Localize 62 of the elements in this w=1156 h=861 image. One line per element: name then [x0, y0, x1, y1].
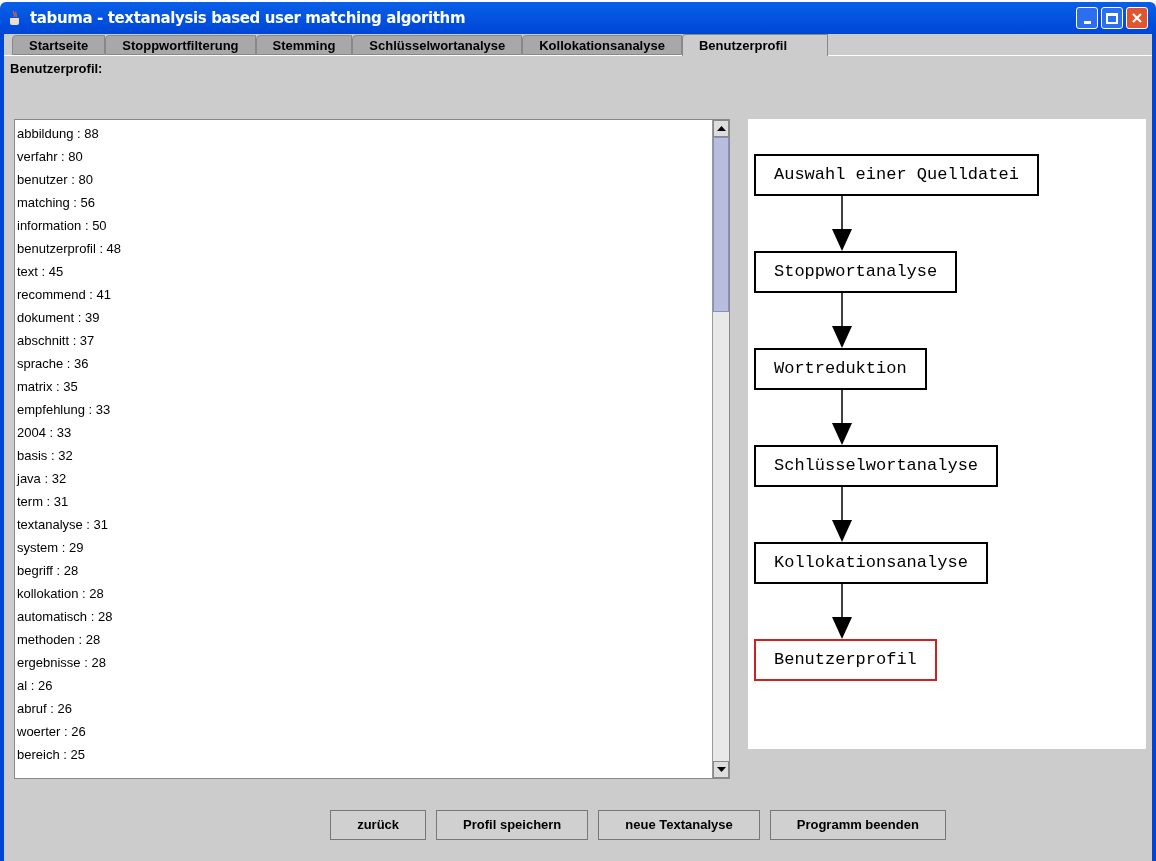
scroll-thumb[interactable]: [713, 136, 729, 312]
list-item[interactable]: matching : 56: [17, 190, 96, 214]
list-item[interactable]: textanalyse : 31: [17, 512, 109, 536]
flow-step: Wortreduktion: [754, 347, 927, 390]
list-item[interactable]: term : 31: [17, 489, 69, 513]
scroll-down-button[interactable]: [713, 760, 729, 778]
list-item[interactable]: matrix : 35: [17, 374, 78, 398]
close-button[interactable]: [1126, 7, 1148, 29]
section-heading: Benutzerprofil:: [9, 60, 104, 78]
list-item[interactable]: dokument : 39: [17, 305, 100, 329]
list-item[interactable]: abschnitt : 37: [17, 328, 95, 352]
list-item[interactable]: begriff : 28: [17, 558, 79, 582]
list-item[interactable]: methoden : 28: [17, 627, 101, 651]
tab[interactable]: Stemming: [255, 35, 353, 55]
scroll-up-button[interactable]: [713, 119, 729, 137]
list-item[interactable]: abbildung : 88: [17, 121, 99, 145]
tab[interactable]: Schlüsselwortanalyse: [352, 35, 523, 55]
flow-arrow: [831, 583, 853, 639]
flow-step: Schlüsselwortanalyse: [754, 444, 999, 487]
list-item[interactable]: java : 32: [17, 466, 67, 490]
minimize-button[interactable]: [1076, 7, 1098, 29]
action-button[interactable]: zurück: [330, 809, 427, 840]
list-item[interactable]: abruf : 26: [17, 696, 72, 720]
scrollbar[interactable]: [712, 119, 729, 778]
up-arrow-icon: [716, 125, 726, 131]
maximize-button[interactable]: [1101, 7, 1123, 29]
flow-arrow: [831, 486, 853, 542]
window-title: tabuma - textanalysis based user matching algorithm: [30, 7, 466, 29]
flow-step: Benutzerprofil: [754, 638, 937, 681]
action-button[interactable]: Programm beenden: [769, 809, 946, 840]
list-item[interactable]: benutzer : 80: [17, 167, 93, 191]
list-item[interactable]: ergebnisse : 28: [17, 650, 106, 674]
list-item[interactable]: recommend : 41: [17, 282, 111, 306]
list-item[interactable]: 2004 : 33: [17, 420, 72, 444]
list-item[interactable]: empfehlung : 33: [17, 397, 111, 421]
tab[interactable]: Kollokationsanalyse: [522, 35, 682, 55]
list-item[interactable]: text : 45: [17, 259, 64, 283]
list-item[interactable]: bereich : 25: [17, 742, 85, 766]
tab[interactable]: Startseite: [12, 35, 106, 55]
coffee-cup-icon: [8, 10, 22, 26]
tab[interactable]: Benutzerprofil: [681, 34, 829, 56]
list-item[interactable]: basis : 32: [17, 443, 73, 467]
list-item[interactable]: information : 50: [17, 213, 107, 237]
flow-arrow: [831, 195, 853, 251]
tab[interactable]: Stoppwortfilterung: [105, 35, 256, 55]
list-item[interactable]: benutzerprofil : 48: [17, 236, 122, 260]
list-item[interactable]: al : 26: [17, 673, 53, 697]
list-item[interactable]: sprache : 36: [17, 351, 89, 375]
list-item[interactable]: verfahr : 80: [17, 144, 83, 168]
flow-step: Auswahl einer Quelldatei: [754, 153, 1039, 196]
list-item[interactable]: kollokation : 28: [17, 581, 104, 605]
action-button[interactable]: neue Textanalyse: [598, 809, 760, 840]
list-item[interactable]: system : 29: [17, 535, 84, 559]
down-arrow-icon: [716, 766, 726, 772]
flow-step: Kollokationsanalyse: [754, 541, 988, 584]
list-item[interactable]: woerter : 26: [17, 719, 86, 743]
flow-step: Stoppwortanalyse: [754, 250, 958, 293]
action-button[interactable]: Profil speichern: [436, 809, 589, 840]
flow-arrow: [831, 389, 853, 445]
list-item[interactable]: automatisch : 28: [17, 604, 113, 628]
flow-arrow: [831, 292, 853, 348]
close-icon: [1131, 12, 1143, 24]
